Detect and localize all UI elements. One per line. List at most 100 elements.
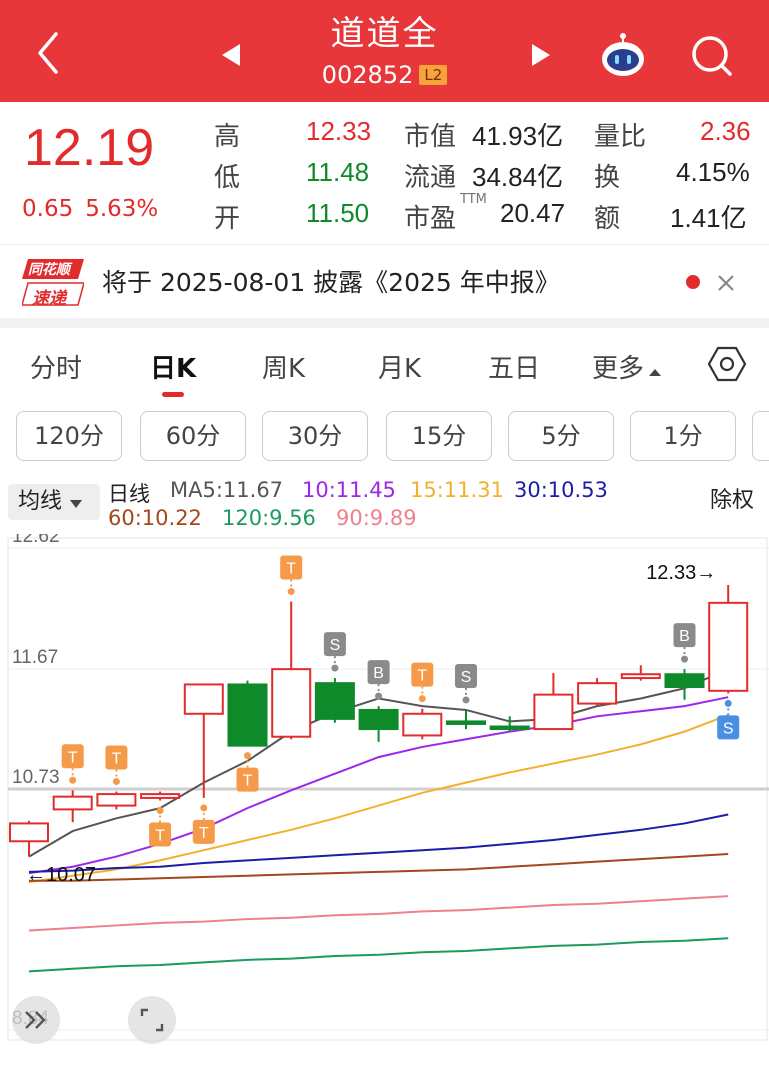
back-icon[interactable] xyxy=(30,28,70,78)
signal-dot xyxy=(375,692,383,700)
tab-weekly-k[interactable]: 周K xyxy=(262,348,305,385)
mktcap-label: 市值 xyxy=(404,122,457,152)
open-label: 开 xyxy=(214,204,241,234)
ma60-value: 60:10.22 xyxy=(108,506,202,530)
signal-dot xyxy=(681,655,688,663)
expand-chart-button[interactable] xyxy=(12,996,60,1044)
tab-five-day[interactable]: 五日 xyxy=(488,348,540,385)
open-value: 11.50 xyxy=(306,198,370,228)
candle-body xyxy=(183,683,224,715)
candle-body xyxy=(533,693,574,731)
ma-line-120 xyxy=(28,937,729,973)
search-icon[interactable] xyxy=(688,32,736,80)
candle-body xyxy=(664,673,705,688)
announcement-banner[interactable]: 同花顺 速递 将于 2025-08-01 披露《2025 年中报》 xyxy=(0,244,769,318)
signal-letter: T xyxy=(286,561,296,578)
turnover-value: 4.15% xyxy=(676,157,750,187)
pe-label: 市盈 xyxy=(404,204,457,234)
dropdown-icon xyxy=(70,500,83,508)
candle-body xyxy=(446,720,486,725)
signal-dot xyxy=(418,695,426,703)
announcement-text: 将于 2025-08-01 披露《2025 年中报》 xyxy=(102,268,560,297)
signal-dot xyxy=(331,664,339,672)
ma30-value: 30:10.53 xyxy=(514,478,608,502)
candle-body xyxy=(271,668,312,738)
btn-5min[interactable]: 5分 xyxy=(508,411,614,461)
signal-letter: S xyxy=(330,637,341,654)
stock-title-block: 道道全 002852 L2 xyxy=(200,12,569,92)
minute-period-buttons: 120分 60分 30分 15分 5分 1分 xyxy=(0,408,769,468)
adjust-mode-button[interactable]: 除权 xyxy=(710,482,754,514)
candle-body xyxy=(577,682,618,705)
indicator-selector[interactable]: 均线 xyxy=(8,484,100,520)
candle-body xyxy=(227,683,268,747)
signal-dot xyxy=(112,778,120,786)
candle-body xyxy=(358,708,399,731)
btn-120min[interactable]: 120分 xyxy=(16,411,122,461)
unread-dot-icon xyxy=(686,275,700,289)
pe-ttm-sup: TTM xyxy=(460,192,487,207)
tab-more[interactable]: 更多 xyxy=(592,348,662,385)
price-change: 0.65 5.63% xyxy=(22,196,170,222)
btn-60min[interactable]: 60分 xyxy=(140,411,246,461)
ma5-value: MA5:11.67 xyxy=(170,478,284,502)
btn-1min[interactable]: 1分 xyxy=(630,411,736,461)
candle-body xyxy=(708,601,749,692)
tab-monthly-k[interactable]: 月K xyxy=(378,348,421,385)
float-label: 流通 xyxy=(404,163,457,193)
btn-15min[interactable]: 15分 xyxy=(386,411,492,461)
turnover-label: 换 xyxy=(594,163,621,193)
chart-settings-icon[interactable] xyxy=(708,345,746,383)
candle-body xyxy=(620,673,661,680)
indicator-selector-label: 均线 xyxy=(18,489,63,514)
daily-line-label: 日线 xyxy=(108,482,150,506)
signal-dot xyxy=(156,806,164,814)
candle-body xyxy=(402,712,443,737)
low-price-marker: ←10.07 xyxy=(26,864,96,886)
kline-svg: 12.6211.6710.738.8412.33→←10.07TTTTTTSBT… xyxy=(7,534,769,1041)
period-tabs: 分时 日K 周K 月K 五日 更多 xyxy=(0,330,769,400)
signal-dot xyxy=(724,699,732,707)
signal-dot xyxy=(244,752,251,760)
signal-dot xyxy=(287,588,295,596)
candle-body xyxy=(96,793,137,807)
ma120-value: 120:9.56 xyxy=(222,506,316,530)
ma15-value: 15:11.31 xyxy=(410,478,504,502)
kline-chart[interactable]: 12.6211.6710.738.8412.33→←10.07TTTTTTSBT… xyxy=(0,534,769,1072)
volratio-value: 2.36 xyxy=(700,116,751,146)
quote-panel: 12.19 0.65 5.63% 高 12.33 低 11.48 开 11.50 … xyxy=(0,102,769,242)
change-amount: 0.65 xyxy=(22,196,74,222)
stock-header: 道道全 002852 L2 xyxy=(0,0,769,102)
logo-text-top: 同花顺 xyxy=(28,262,70,278)
high-price-marker: 12.33→ xyxy=(646,562,716,584)
tab-intraday[interactable]: 分时 xyxy=(30,348,82,385)
fullscreen-icon xyxy=(140,1008,164,1032)
robot-assistant-icon[interactable] xyxy=(598,30,648,80)
next-stock-icon[interactable] xyxy=(528,42,554,68)
btn-more-periods[interactable] xyxy=(752,411,769,461)
candle-body xyxy=(140,793,181,799)
high-label: 高 xyxy=(214,122,241,152)
signal-letter: T xyxy=(112,751,122,768)
level2-badge: L2 xyxy=(419,65,448,85)
double-chevron-right-icon xyxy=(25,1011,46,1029)
close-icon[interactable] xyxy=(716,273,736,293)
high-value: 12.33 xyxy=(306,116,372,146)
volratio-label: 量比 xyxy=(594,122,647,152)
stock-name: 道道全 xyxy=(330,14,439,54)
candle-body xyxy=(52,795,93,811)
amount-value: 1.41亿 xyxy=(670,203,747,233)
candle-body xyxy=(9,822,49,843)
signal-dot xyxy=(69,776,77,784)
tab-daily-k[interactable]: 日K xyxy=(150,348,196,385)
signal-letter: B xyxy=(373,665,384,682)
signal-letter: B xyxy=(679,628,690,645)
signal-letter: T xyxy=(155,827,165,844)
caret-up-icon xyxy=(649,369,662,376)
btn-30min[interactable]: 30分 xyxy=(262,411,368,461)
ma-line-30 xyxy=(28,813,729,873)
change-percent: 5.63% xyxy=(85,196,159,222)
fullscreen-button[interactable] xyxy=(128,996,176,1044)
signal-letter: S xyxy=(461,669,472,686)
y-tick-label: 12.62 xyxy=(12,534,60,547)
